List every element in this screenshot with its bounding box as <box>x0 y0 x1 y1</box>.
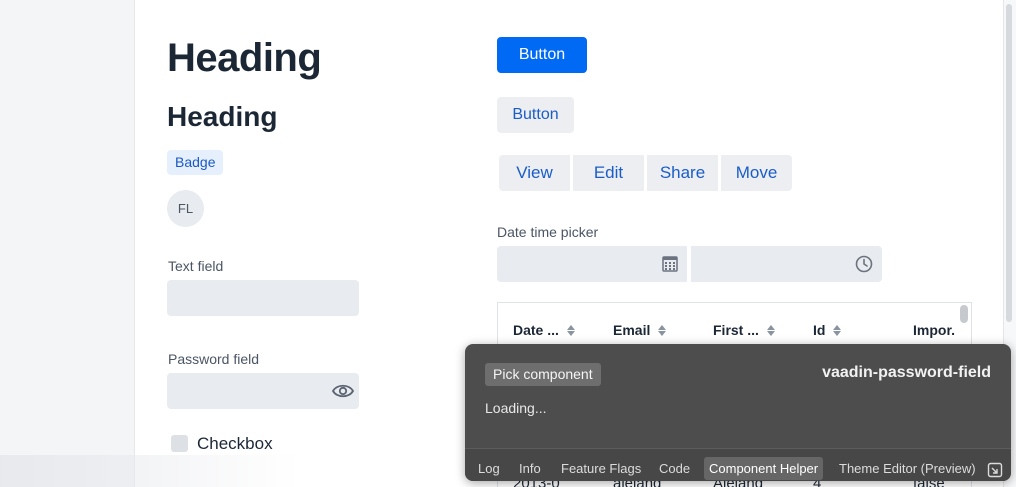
secondary-button[interactable]: Button <box>497 97 574 133</box>
grid-header-label: Date ... <box>513 322 559 338</box>
edit-button[interactable]: Edit <box>573 155 644 191</box>
grid-header-email[interactable]: Email <box>613 322 667 338</box>
grid-header-label: Id <box>813 322 826 338</box>
status-text: Loading... <box>485 400 547 416</box>
eye-icon[interactable] <box>332 382 354 400</box>
password-field-input[interactable] <box>167 373 359 409</box>
checkbox[interactable] <box>171 435 188 452</box>
primary-button[interactable]: Button <box>497 37 587 73</box>
view-button[interactable]: View <box>499 155 570 191</box>
calendar-icon[interactable] <box>662 255 678 272</box>
clock-icon[interactable] <box>855 255 873 273</box>
share-button[interactable]: Share <box>647 155 718 191</box>
grid-header-id[interactable]: Id <box>813 322 842 338</box>
text-field-input[interactable] <box>167 280 359 316</box>
date-input[interactable] <box>497 246 687 282</box>
date-time-picker-label: Date time picker <box>497 224 599 240</box>
move-button[interactable]: Move <box>721 155 792 191</box>
avatar[interactable]: FL <box>167 190 204 227</box>
grid-scrollbar[interactable] <box>960 305 968 323</box>
checkbox-label[interactable]: Checkbox <box>197 434 273 454</box>
button-group: View Edit Share Move <box>499 155 792 191</box>
grid-header-label: First ... <box>713 322 759 338</box>
tab-theme-editor[interactable]: Theme Editor (Preview) <box>834 457 981 480</box>
grid-header-first-name[interactable]: First ... <box>713 322 775 338</box>
pick-component-button[interactable]: Pick component <box>485 363 601 386</box>
sort-icon[interactable] <box>566 324 575 336</box>
tab-log[interactable]: Log <box>473 457 505 480</box>
heading-large: Heading <box>167 36 322 80</box>
sort-icon[interactable] <box>766 324 775 336</box>
grid-header-label: Impor. <box>913 322 956 338</box>
bottom-shadow <box>0 455 300 487</box>
dev-tools-panel: Pick component vaadin-password-field Loa… <box>465 344 1011 481</box>
password-field-label: Password field <box>168 351 260 367</box>
grid-header-label: Email <box>613 322 651 338</box>
tab-component-helper[interactable]: Component Helper <box>704 457 824 480</box>
time-input[interactable] <box>691 246 882 282</box>
tab-feature-flags[interactable]: Feature Flags <box>556 457 646 480</box>
page-scrollbar[interactable] <box>1006 4 1012 322</box>
popout-icon[interactable] <box>987 462 1003 478</box>
sort-icon[interactable] <box>833 324 842 336</box>
badge: Badge <box>167 150 224 175</box>
heading-medium: Heading <box>167 101 278 132</box>
tab-info[interactable]: Info <box>514 457 546 480</box>
left-gutter <box>0 0 135 487</box>
selected-component-name: vaadin-password-field <box>822 364 991 381</box>
tab-code[interactable]: Code <box>654 457 695 480</box>
grid-header-date[interactable]: Date ... <box>513 322 575 338</box>
text-field-label: Text field <box>168 258 224 274</box>
sort-icon[interactable] <box>658 324 667 336</box>
grid-header-important[interactable]: Impor. <box>913 322 955 338</box>
dev-tools-tabs: Log Info Feature Flags Code Component He… <box>465 448 1011 481</box>
